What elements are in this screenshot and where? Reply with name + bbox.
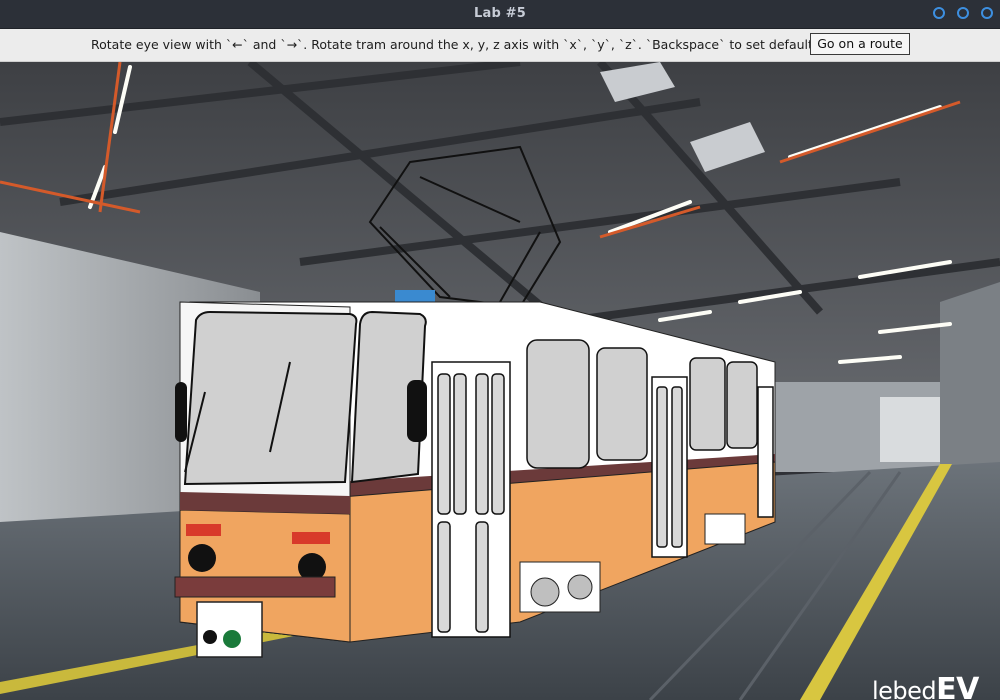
toolbar: Rotate eye view with `←` and `→`. Rotate… <box>0 29 1000 62</box>
rear-door <box>757 386 774 518</box>
minimize-button[interactable] <box>933 7 945 19</box>
window-title: Lab #5 <box>473 6 527 21</box>
signal-lamp-left <box>186 524 221 536</box>
mirror-right <box>407 380 427 442</box>
app-window: Lab #5 Rotate eye view with `←` and `→`.… <box>0 0 1000 700</box>
signal-lamp-right <box>292 532 330 544</box>
title-bar: Lab #5 <box>0 0 1000 29</box>
coupler <box>196 601 263 658</box>
watermark: lebedEV <box>872 672 979 700</box>
instructions-text: Rotate eye view with `←` and `→`. Rotate… <box>91 37 813 52</box>
middle-door <box>651 376 688 558</box>
mirror-left <box>175 382 187 442</box>
right-wall <box>940 282 1000 482</box>
headlight-left <box>188 544 216 572</box>
go-on-route-button[interactable]: Go on a route <box>810 33 910 55</box>
close-button[interactable] <box>981 7 993 19</box>
bumper <box>174 576 336 598</box>
roof-unit <box>395 290 435 302</box>
3d-viewport[interactable] <box>0 62 1000 700</box>
front-door <box>431 361 511 638</box>
windshield-left <box>183 310 358 486</box>
depot-scene <box>0 62 1000 700</box>
maximize-button[interactable] <box>957 7 969 19</box>
